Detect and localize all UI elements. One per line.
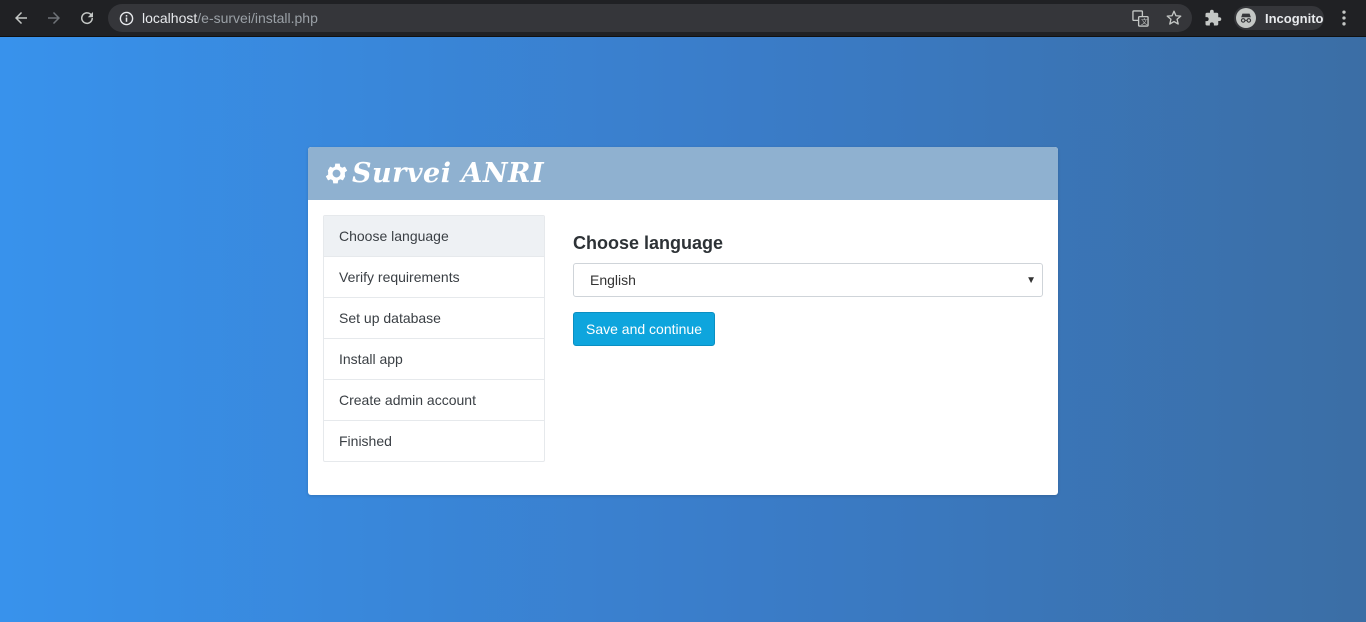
extensions-icon[interactable] (1204, 6, 1222, 30)
info-icon[interactable] (118, 10, 134, 26)
dropdown-caret-icon: ▼ (1026, 274, 1036, 286)
language-select[interactable]: English ▼ (573, 263, 1043, 297)
back-arrow-icon[interactable] (9, 6, 33, 30)
step-choose-language[interactable]: Choose language (324, 216, 544, 256)
incognito-label: Incognito (1265, 10, 1324, 26)
form-heading: Choose language (573, 233, 724, 253)
address-bar[interactable]: localhost/e-survei/install.php 文 (108, 4, 1192, 32)
translate-icon[interactable]: 文 (1132, 4, 1149, 32)
forward-arrow-icon[interactable] (42, 6, 66, 30)
incognito-badge[interactable]: Incognito (1234, 6, 1324, 30)
app-brand-title: Survei ANRI (352, 158, 545, 189)
browser-toolbar: localhost/e-survei/install.php 文 Incogni… (0, 0, 1366, 37)
gear-icon (322, 160, 350, 188)
language-select-value: English (590, 272, 636, 288)
reload-icon[interactable] (75, 6, 99, 30)
url-host: localhost (142, 10, 198, 26)
card-header: Survei ANRI (308, 147, 1058, 200)
step-set-up-database[interactable]: Set up database (324, 297, 544, 338)
svg-text:文: 文 (1141, 17, 1148, 26)
url-path: /e-survei/install.php (197, 10, 318, 26)
install-steps-list: Choose language Verify requirements Set … (323, 215, 545, 462)
incognito-icon (1236, 8, 1256, 28)
step-install-app[interactable]: Install app (324, 338, 544, 379)
language-form: Choose language English ▼ Save and conti… (573, 233, 1043, 346)
step-finished[interactable]: Finished (324, 420, 544, 461)
page-background: Survei ANRI Choose language Verify requi… (0, 37, 1366, 622)
url-text: localhost/e-survei/install.php (142, 10, 318, 26)
installer-card: Survei ANRI Choose language Verify requi… (308, 147, 1058, 495)
star-icon[interactable] (1165, 4, 1183, 32)
save-and-continue-button[interactable]: Save and continue (573, 312, 715, 346)
step-create-admin-account[interactable]: Create admin account (324, 379, 544, 420)
menu-kebab-icon[interactable] (1338, 6, 1350, 30)
step-verify-requirements[interactable]: Verify requirements (324, 256, 544, 297)
